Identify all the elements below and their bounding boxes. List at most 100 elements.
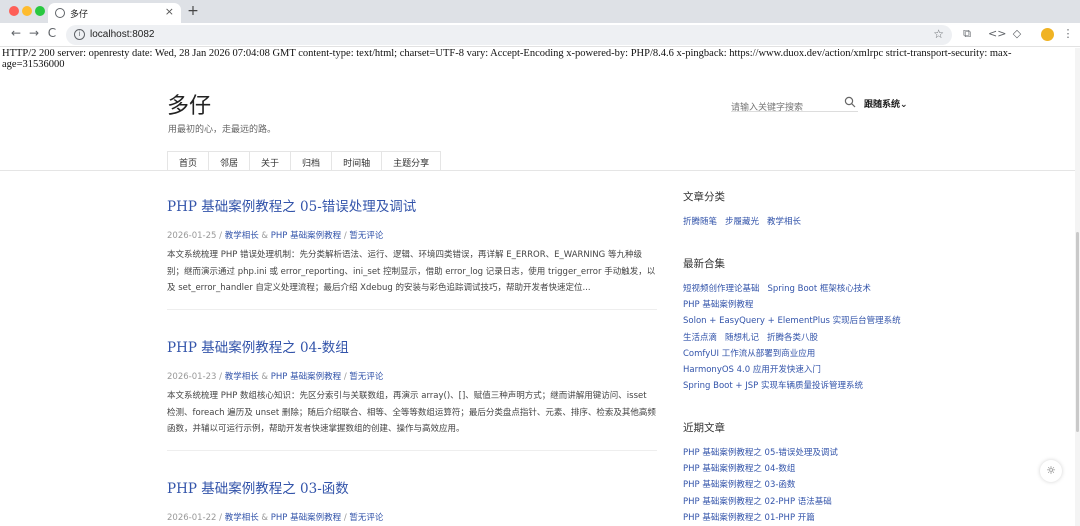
meta-separator: / [343, 372, 347, 382]
meta-separator: / [343, 231, 347, 241]
tab-close-icon[interactable]: × [165, 5, 174, 18]
post-title[interactable]: PHP 基础案例教程之 04-数组 [167, 336, 657, 356]
theme-toggle-button[interactable]: ☼ [1040, 460, 1062, 482]
site-title[interactable]: 多仔 [167, 88, 211, 120]
back-button[interactable]: ← [8, 26, 24, 40]
scrollbar-thumb[interactable] [1076, 232, 1079, 432]
search-icon[interactable] [844, 96, 856, 108]
collection-link[interactable]: 生活点滴 [683, 333, 717, 343]
reload-button[interactable]: C [44, 26, 60, 40]
main-nav: 首页 邻居 关于 归档 时间轴 主题分享 [167, 151, 442, 171]
new-tab-button[interactable]: + [185, 3, 201, 19]
minimize-window-button[interactable] [22, 6, 32, 16]
header-divider [0, 170, 1075, 171]
post-comments-link[interactable]: 暂无评论 [349, 372, 383, 382]
nav-item-neighbors[interactable]: 邻居 [209, 151, 251, 171]
recent-post-link[interactable]: PHP 基础案例教程之 03-函数 [683, 477, 913, 493]
post-comments-link[interactable]: 暂无评论 [349, 513, 383, 523]
site-info-icon[interactable]: i [74, 29, 85, 40]
post-date: 2026-01-22 [167, 513, 217, 523]
bookmark-icon[interactable]: ◇ [1009, 27, 1025, 40]
sidebar-heading: 最新合集 [683, 258, 725, 270]
profile-avatar[interactable] [1041, 28, 1054, 41]
post-excerpt: 本文系统梳理 PHP 错误处理机制：先分类解析语法、运行、逻辑、环境四类错误，再… [167, 250, 656, 293]
chevron-down-icon: ⌄ [900, 100, 908, 110]
post-divider [167, 450, 657, 451]
theme-select-value: 跟随系统 [864, 100, 901, 110]
site-description: 用最初的心，走最远的路。 [168, 125, 277, 135]
meta-separator: / [343, 513, 347, 523]
extensions-icon[interactable]: ⧉ [959, 27, 975, 41]
post-category-link[interactable]: PHP 基础案例教程 [271, 231, 341, 241]
category-link[interactable]: 教学相长 [767, 217, 801, 227]
post-item: PHP 基础案例教程之 03-函数 2026-01-22 / 教学相长 & PH… [167, 477, 657, 523]
sidebar-recent: 近期文章 PHP 基础案例教程之 05-错误处理及调试 PHP 基础案例教程之 … [683, 420, 913, 526]
search-input[interactable] [731, 100, 841, 116]
maximize-window-button[interactable] [35, 6, 45, 16]
forward-button[interactable]: → [26, 26, 42, 40]
category-link[interactable]: 步履藏光 [725, 217, 759, 227]
post-comments-link[interactable]: 暂无评论 [349, 231, 383, 241]
post-category-link[interactable]: PHP 基础案例教程 [271, 513, 341, 523]
post-meta: 2026-01-22 / 教学相长 & PHP 基础案例教程 / 暂无评论 [167, 511, 657, 523]
nav-item-timeline[interactable]: 时间轴 [332, 151, 383, 171]
meta-separator: / [219, 231, 222, 241]
nav-item-about[interactable]: 关于 [250, 151, 292, 171]
post-title[interactable]: PHP 基础案例教程之 05-错误处理及调试 [167, 195, 657, 215]
post-title[interactable]: PHP 基础案例教程之 03-函数 [167, 477, 657, 497]
browser-menu-icon[interactable]: ⋮ [1060, 27, 1076, 40]
collection-link[interactable]: Spring Boot 框架核心技术 [768, 284, 871, 294]
sidebar-heading: 近期文章 [683, 422, 725, 434]
search-box [731, 95, 858, 116]
browser-tab[interactable]: 多仔 × [48, 3, 181, 23]
http-header-dump: HTTP/2 200 server: openresty date: Wed, … [2, 48, 1012, 70]
tab-title: 多仔 [70, 9, 89, 19]
bookmark-star-icon[interactable]: ☆ [933, 27, 944, 41]
sidebar-collections: 最新合集 短视频创作理论基础 Spring Boot 框架核心技术 PHP 基础案… [683, 256, 913, 394]
post-meta: 2026-01-23 / 教学相长 & PHP 基础案例教程 / 暂无评论 [167, 370, 657, 382]
close-window-button[interactable] [9, 6, 19, 16]
category-link[interactable]: 折腾随笔 [683, 217, 717, 227]
post-item: PHP 基础案例教程之 05-错误处理及调试 2026-01-25 / 教学相长… [167, 195, 657, 297]
globe-icon [55, 8, 65, 18]
meta-ampersand: & [261, 513, 269, 523]
meta-ampersand: & [261, 372, 269, 382]
sidebar-heading: 文章分类 [683, 191, 725, 203]
collection-link[interactable]: 折腾各类八股 [767, 333, 818, 343]
sidebar-categories: 文章分类 折腾随笔 步履藏光 教学相长 [683, 189, 913, 230]
post-divider [167, 309, 657, 310]
category-list: 折腾随笔 步履藏光 教学相长 [683, 214, 913, 230]
collection-list: 短视频创作理论基础 Spring Boot 框架核心技术 PHP 基础案例教程 S… [683, 281, 913, 394]
collection-link[interactable]: ComfyUI 工作流从部署到商业应用 [683, 349, 815, 359]
nav-item-archive[interactable]: 归档 [291, 151, 333, 171]
nav-item-theme-share[interactable]: 主题分享 [382, 151, 442, 171]
post-category-link[interactable]: 教学相长 [225, 513, 259, 523]
recent-post-link[interactable]: PHP 基础案例教程之 01-PHP 开篇 [683, 510, 913, 526]
meta-ampersand: & [261, 231, 269, 241]
meta-separator: / [219, 372, 222, 382]
recent-post-link[interactable]: PHP 基础案例教程之 05-错误处理及调试 [683, 445, 913, 461]
url-text[interactable]: localhost:8082 [90, 29, 155, 40]
post-category-link[interactable]: PHP 基础案例教程 [271, 372, 341, 382]
collection-link[interactable]: PHP 基础案例教程 [683, 300, 753, 310]
browser-toolbar: ← → C i localhost:8082 ☆ ⧉ <> ◇ ⋮ [0, 23, 1080, 47]
post-category-link[interactable]: 教学相长 [225, 231, 259, 241]
recent-post-link[interactable]: PHP 基础案例教程之 02-PHP 语法基础 [683, 494, 913, 510]
sun-icon: ☼ [1046, 464, 1056, 477]
address-bar[interactable]: i localhost:8082 ☆ [66, 25, 952, 45]
collection-link[interactable]: Spring Boot + JSP 实现车辆质量投诉管理系统 [683, 381, 863, 391]
collection-link[interactable]: Solon + EasyQuery + ElementPlus 实现后台管理系统 [683, 316, 901, 326]
recent-post-link[interactable]: PHP 基础案例教程之 04-数组 [683, 461, 913, 477]
collection-link[interactable]: 随想札记 [725, 333, 759, 343]
devtools-code-icon[interactable]: <> [988, 27, 1006, 40]
post-date: 2026-01-25 [167, 231, 217, 241]
post-category-link[interactable]: 教学相长 [225, 372, 259, 382]
post-date: 2026-01-23 [167, 372, 217, 382]
nav-item-home[interactable]: 首页 [168, 151, 210, 171]
post-meta: 2026-01-25 / 教学相长 & PHP 基础案例教程 / 暂无评论 [167, 229, 657, 241]
post-excerpt: 本文系统梳理 PHP 数组核心知识：先区分索引与关联数组，再演示 array()… [167, 391, 656, 434]
theme-select[interactable]: 跟随系统⌄ [864, 97, 908, 110]
collection-link[interactable]: 短视频创作理论基础 [683, 284, 760, 294]
collection-link[interactable]: HarmonyOS 4.0 应用开发快速入门 [683, 365, 821, 375]
browser-tabbar: 多仔 × + [0, 0, 1080, 23]
